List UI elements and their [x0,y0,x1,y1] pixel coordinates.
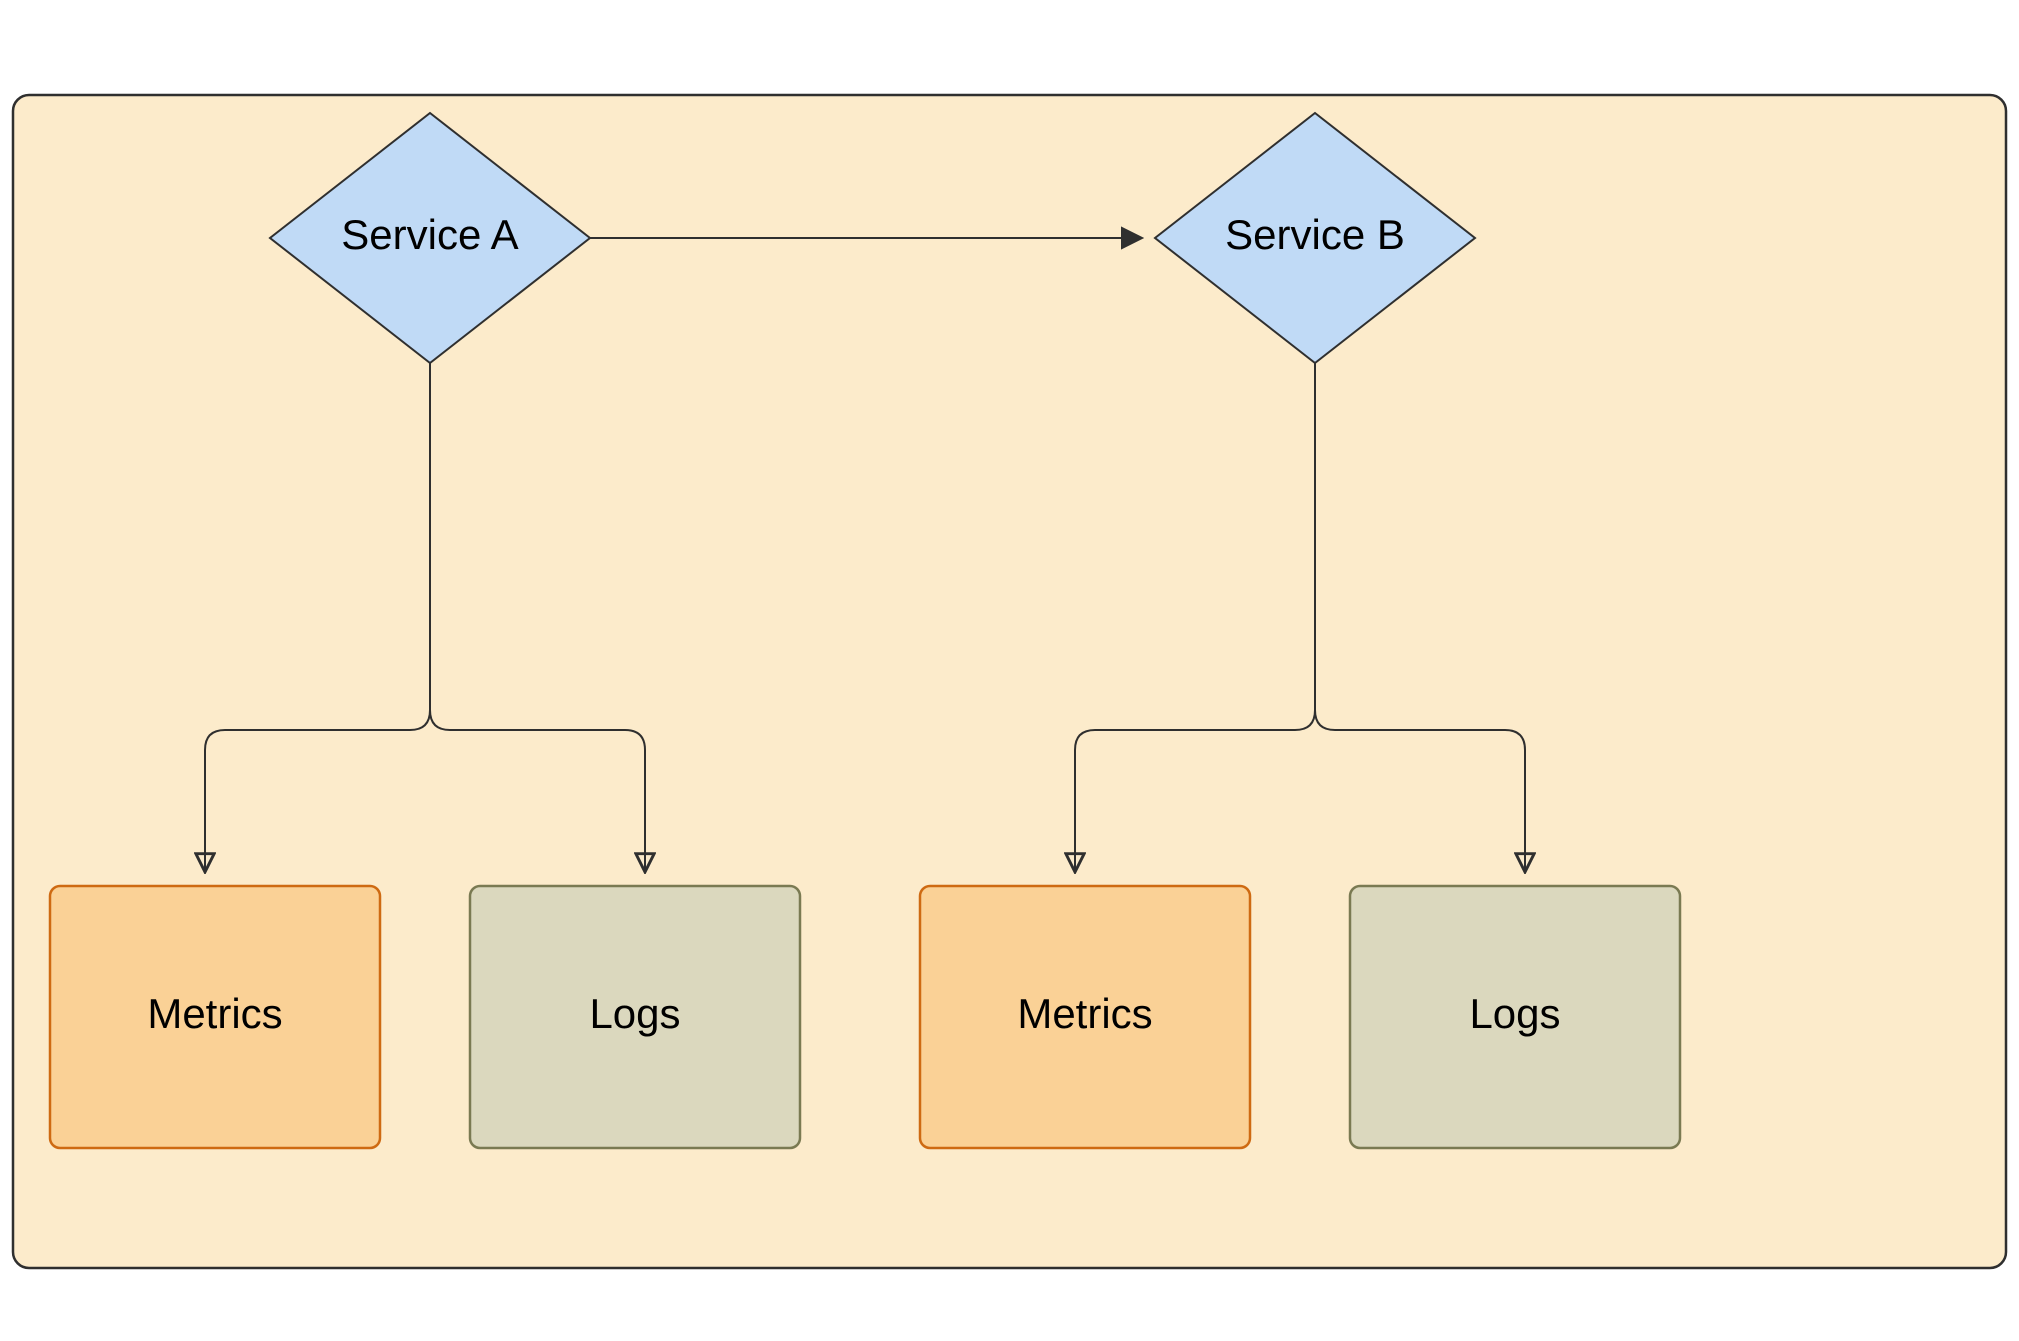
diagram-canvas: Service A Service B Metrics Logs Metrics… [0,0,2019,1341]
node-metrics-a: Metrics [50,886,380,1148]
node-service-a-label: Service A [341,211,518,258]
node-service-b-label: Service B [1225,211,1405,258]
node-metrics-a-label: Metrics [147,990,282,1037]
node-metrics-b: Metrics [920,886,1250,1148]
node-logs-a-label: Logs [589,990,680,1037]
node-logs-a: Logs [470,886,800,1148]
node-logs-b-label: Logs [1469,990,1560,1037]
node-logs-b: Logs [1350,886,1680,1148]
node-metrics-b-label: Metrics [1017,990,1152,1037]
